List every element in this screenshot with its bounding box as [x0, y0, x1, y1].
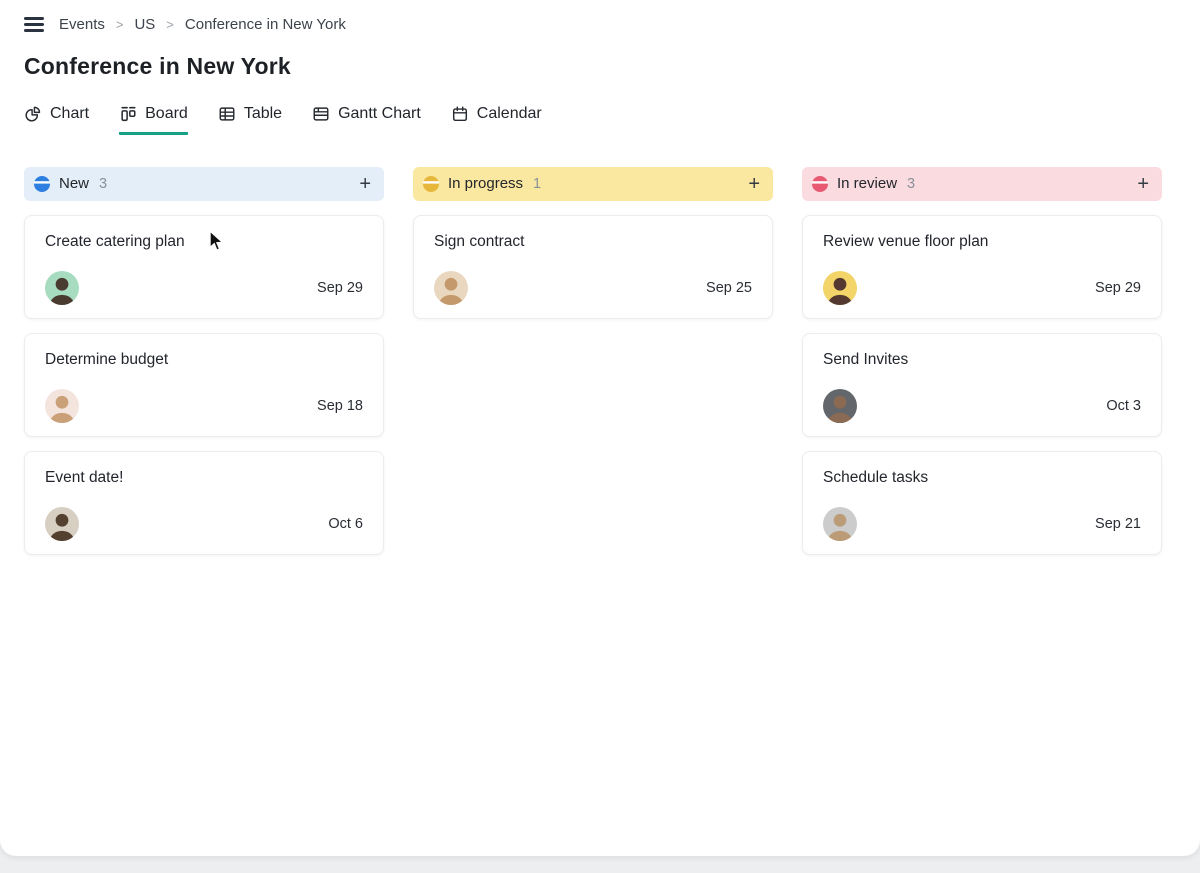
- column-name: In review: [837, 175, 897, 192]
- due-date: Oct 6: [328, 516, 363, 532]
- status-circle-icon: [423, 176, 439, 192]
- task-title: Event date!: [45, 469, 363, 487]
- due-date: Sep 21: [1095, 516, 1141, 532]
- page-title: Conference in New York: [24, 53, 1200, 80]
- chevron-right-icon: >: [116, 17, 124, 32]
- task-title: Create catering plan: [45, 233, 363, 251]
- due-date: Sep 29: [1095, 280, 1141, 296]
- add-card-button[interactable]: +: [357, 174, 373, 194]
- chevron-right-icon: >: [166, 17, 174, 32]
- add-card-button[interactable]: +: [1135, 174, 1151, 194]
- view-tabs: Chart Board Table: [24, 105, 1200, 135]
- tab-calendar[interactable]: Calendar: [451, 105, 542, 135]
- gantt-chart-icon: [312, 105, 330, 123]
- due-date: Sep 25: [706, 280, 752, 296]
- due-date: Sep 29: [317, 280, 363, 296]
- task-card[interactable]: Schedule tasks Sep 21: [802, 451, 1162, 555]
- tab-chart[interactable]: Chart: [24, 105, 89, 135]
- task-card[interactable]: Create catering plan Sep 29: [24, 215, 384, 319]
- column-count: 3: [907, 176, 915, 192]
- task-card[interactable]: Review venue floor plan Sep 29: [802, 215, 1162, 319]
- tab-board[interactable]: Board: [119, 105, 188, 135]
- pie-chart-icon: [24, 105, 42, 123]
- task-card[interactable]: Determine budget Sep 18: [24, 333, 384, 437]
- avatar[interactable]: [434, 271, 468, 305]
- tab-label: Chart: [50, 105, 89, 123]
- add-card-button[interactable]: +: [746, 174, 762, 194]
- tab-label: Gantt Chart: [338, 105, 421, 123]
- tab-label: Table: [244, 105, 282, 123]
- kanban-board: New 3 + Create catering plan Sep 29 Dete…: [0, 135, 1200, 555]
- tab-label: Board: [145, 105, 188, 123]
- column-in-review: In review 3 + Review venue floor plan Se…: [802, 167, 1162, 555]
- hamburger-menu-icon[interactable]: [24, 15, 44, 34]
- avatar[interactable]: [45, 389, 79, 423]
- due-date: Oct 3: [1106, 398, 1141, 414]
- column-count: 1: [533, 176, 541, 192]
- kanban-board-icon: [119, 105, 137, 123]
- breadcrumb-events[interactable]: Events: [59, 16, 105, 33]
- table-icon: [218, 105, 236, 123]
- status-circle-icon: [34, 176, 50, 192]
- status-circle-icon: [812, 176, 828, 192]
- breadcrumb-us[interactable]: US: [134, 16, 155, 33]
- task-title: Send Invites: [823, 351, 1141, 369]
- column-header: In review 3 +: [802, 167, 1162, 201]
- due-date: Sep 18: [317, 398, 363, 414]
- task-title: Schedule tasks: [823, 469, 1141, 487]
- breadcrumb-current[interactable]: Conference in New York: [185, 16, 346, 33]
- calendar-icon: [451, 105, 469, 123]
- tab-label: Calendar: [477, 105, 542, 123]
- task-card[interactable]: Event date! Oct 6: [24, 451, 384, 555]
- avatar[interactable]: [45, 271, 79, 305]
- task-card[interactable]: Sign contract Sep 25: [413, 215, 773, 319]
- tab-gantt-chart[interactable]: Gantt Chart: [312, 105, 421, 135]
- task-title: Sign contract: [434, 233, 752, 251]
- breadcrumb: Events > US > Conference in New York: [0, 0, 1200, 34]
- task-title: Determine budget: [45, 351, 363, 369]
- column-in-progress: In progress 1 + Sign contract Sep 25: [413, 167, 773, 555]
- avatar[interactable]: [45, 507, 79, 541]
- column-name: In progress: [448, 175, 523, 192]
- column-name: New: [59, 175, 89, 192]
- task-card[interactable]: Send Invites Oct 3: [802, 333, 1162, 437]
- task-title: Review venue floor plan: [823, 233, 1141, 251]
- column-count: 3: [99, 176, 107, 192]
- avatar[interactable]: [823, 271, 857, 305]
- avatar[interactable]: [823, 389, 857, 423]
- column-header: In progress 1 +: [413, 167, 773, 201]
- avatar[interactable]: [823, 507, 857, 541]
- tab-table[interactable]: Table: [218, 105, 282, 135]
- column-new: New 3 + Create catering plan Sep 29 Dete…: [24, 167, 384, 555]
- app-window: Events > US > Conference in New York Con…: [0, 0, 1200, 856]
- column-header: New 3 +: [24, 167, 384, 201]
